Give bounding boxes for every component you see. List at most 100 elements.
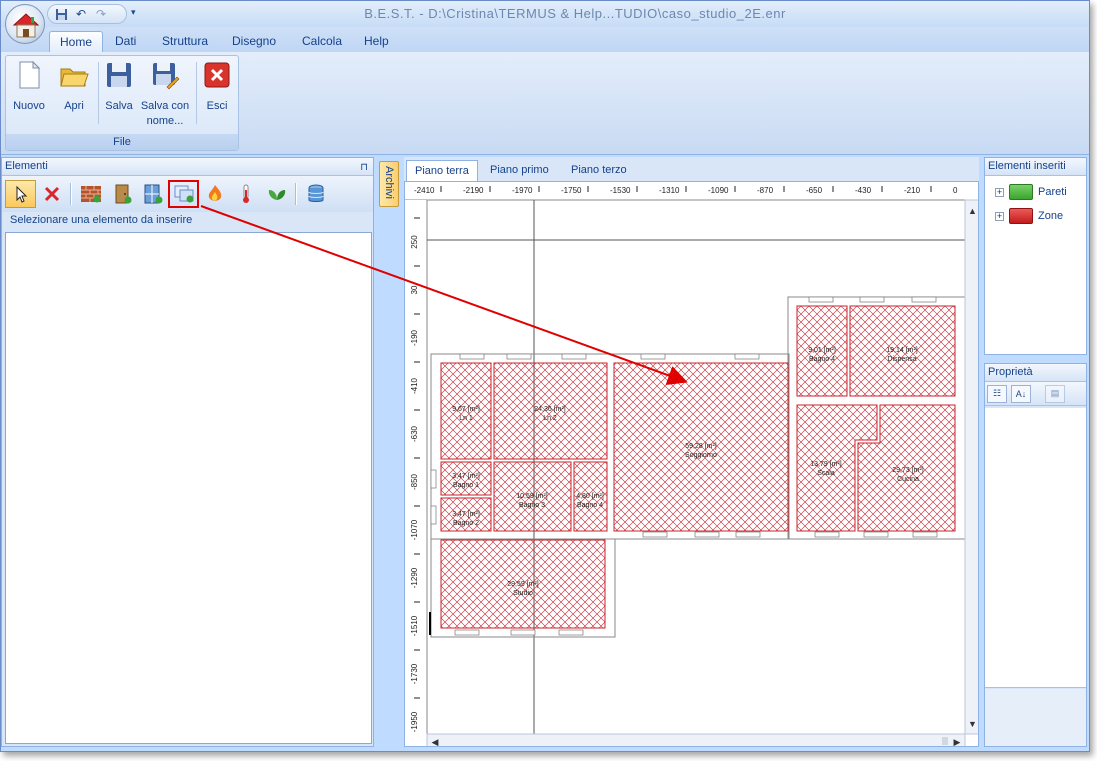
zone-studio-name: Studio (513, 590, 533, 597)
heating-tool-button[interactable] (199, 180, 230, 208)
zone-scala-area: 13,79 [m²] (810, 461, 842, 468)
save-button[interactable]: Salva (102, 60, 136, 114)
top-ruler-label: -1970 (512, 186, 533, 195)
top-ruler-label: -2410 (414, 186, 435, 195)
zone-bagno4-area: 9,01 [m²] (808, 347, 836, 354)
zone-soggiorno-name: Soggiorno (685, 452, 717, 459)
scroll-up-icon[interactable]: ▲ (968, 206, 977, 216)
left-ruler-label: -630 (410, 425, 419, 442)
folder-red-icon (1009, 208, 1033, 224)
database-tool-button[interactable] (300, 180, 331, 208)
elements-list[interactable] (5, 232, 372, 744)
vertical-scrollbar[interactable]: ▲ ▼ (964, 199, 979, 735)
horizontal-scrollbar[interactable]: ◀ ▶ (426, 733, 966, 747)
tab-help[interactable]: Help (354, 31, 399, 52)
zone-bagnox-area: 4,80 [m²] (576, 493, 604, 500)
zone-ln2-name: Ln 2 (543, 415, 557, 422)
zone-cucina-name: Cucina (897, 476, 919, 483)
floor-plan-svg: -2410 -2190 -1970 -1750 -1530 -1310 -1090 -870 -… (405, 182, 979, 747)
save-as-button-label-2: nome... (146, 115, 184, 127)
tab-struttura[interactable]: Struttura (152, 31, 218, 52)
save-as-icon (153, 63, 180, 90)
left-ruler-label: 30 (410, 285, 419, 294)
zone-insert-icon (174, 185, 193, 203)
left-ruler-label: -850 (410, 473, 419, 490)
top-ruler-label: -2190 (463, 186, 484, 195)
delete-tool-button[interactable] (36, 180, 67, 208)
scroll-down-icon[interactable]: ▼ (968, 719, 977, 729)
zone-scala-name: Scala (817, 470, 835, 477)
database-icon (308, 184, 323, 202)
ribbon: Nuovo Apri Salva Salva con nome... Esci … (1, 52, 1089, 155)
tab-disegno[interactable]: Disegno (222, 31, 286, 52)
scroll-right-icon[interactable]: ▶ (954, 737, 961, 747)
properties-title: Proprietà (985, 364, 1086, 382)
zone-ln1-area: 9,67 [m²] (452, 406, 480, 413)
folder-green-icon (1009, 184, 1033, 200)
top-ruler-label: -430 (855, 186, 872, 195)
scroll-left-icon[interactable]: ◀ (432, 737, 439, 747)
pin-icon[interactable]: ⊓ (360, 159, 368, 176)
expand-icon[interactable]: + (995, 187, 1004, 197)
application-menu-button[interactable] (5, 4, 45, 44)
floor-plan-canvas[interactable]: -2410 -2190 -1970 -1750 -1530 -1310 -1090 -870 -… (404, 181, 979, 747)
archivi-side-tab[interactable]: Archivi (379, 161, 399, 207)
vegetation-tool-button[interactable] (261, 180, 292, 208)
plant-icon (268, 190, 285, 200)
tab-dati[interactable]: Dati (105, 31, 146, 52)
toolbar-separator (70, 183, 72, 205)
expand-icon[interactable]: + (995, 211, 1004, 221)
top-ruler-label: -1310 (659, 186, 680, 195)
zone-bagno3-area: 10,59 [m²] (516, 493, 548, 500)
tab-piano-primo[interactable]: Piano primo (482, 160, 557, 181)
alphabetical-sort-icon[interactable]: A↓ (1011, 384, 1031, 403)
property-pages-icon[interactable]: ▤ (1045, 384, 1065, 403)
save-as-button-label: Salva con (140, 100, 190, 112)
new-button[interactable]: Nuovo (10, 60, 48, 114)
properties-panel: Proprietà ☷ A↓ ▤ (984, 363, 1087, 747)
exit-button[interactable]: Esci (200, 60, 234, 114)
tab-home[interactable]: Home (49, 31, 104, 52)
left-ruler-label: -1950 (410, 711, 419, 732)
new-document-icon (19, 60, 41, 89)
exit-button-label: Esci (206, 100, 228, 112)
tab-calcola[interactable]: Calcola (292, 31, 352, 52)
left-ruler-label: -1730 (410, 663, 419, 684)
zone-bagno1-area: 3,47 [m²] (452, 473, 480, 480)
categorized-icon[interactable]: ☷ (987, 384, 1007, 403)
open-button[interactable]: Apri (54, 60, 94, 114)
window-tool-button[interactable] (137, 180, 168, 208)
ribbon-group-label: File (6, 134, 238, 150)
zone-bagno4-name: Bagno 4 (809, 356, 835, 363)
tree-item-pareti[interactable]: + Pareti (995, 182, 1067, 202)
zone-bagno2-area: 3,47 [m²] (452, 511, 480, 518)
zone-dispensa-area: 19,14 [m²] (886, 347, 918, 354)
elements-panel-title: Elementi (5, 160, 48, 172)
house-icon (12, 13, 40, 38)
temperature-tool-button[interactable] (230, 180, 261, 208)
top-ruler-label: -650 (806, 186, 823, 195)
properties-toolbar: ☷ A↓ ▤ (985, 382, 1086, 406)
app-window: ↶ ↷ ▾ B.E.S.T. - D:\Cristina\TERMUS & He… (0, 0, 1090, 752)
top-ruler-label: -1750 (561, 186, 582, 195)
top-ruler-label: -210 (904, 186, 921, 195)
door-tool-button[interactable] (106, 180, 137, 208)
ribbon-separator (98, 62, 99, 124)
scroll-grip[interactable] (942, 737, 948, 745)
zone-insert-tool-button[interactable] (168, 180, 199, 208)
tab-piano-terra[interactable]: Piano terra (406, 160, 478, 181)
exit-icon (204, 62, 230, 88)
window-icon (144, 184, 162, 204)
save-as-button[interactable]: Salva con nome... (138, 60, 192, 129)
archivi-label: Archivi (383, 166, 395, 200)
zone-cucina-area: 29,73 [m²] (892, 467, 924, 474)
window-title: B.E.S.T. - D:\Cristina\TERMUS & Help...T… (364, 6, 786, 21)
top-ruler-label: 0 (953, 186, 958, 195)
tab-piano-terzo[interactable]: Piano terzo (563, 160, 635, 181)
zone-studio-area: 29,59 [m²] (507, 581, 539, 588)
wall-tool-button[interactable] (75, 180, 106, 208)
pointer-tool-button[interactable] (5, 180, 36, 208)
tree-item-zone[interactable]: + Zone (995, 206, 1063, 226)
left-ruler-label: -1070 (410, 519, 419, 540)
properties-grid[interactable] (985, 408, 1086, 688)
